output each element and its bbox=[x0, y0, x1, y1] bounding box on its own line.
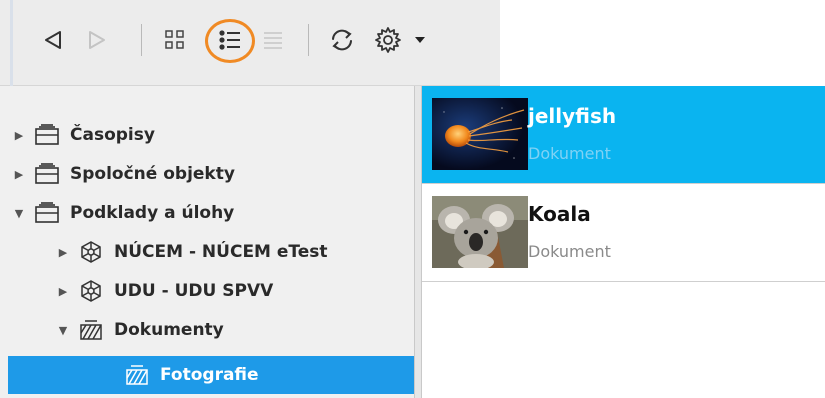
tree-item-podklady-a-ulohy[interactable]: ▼ Podklady a úlohy bbox=[0, 194, 414, 232]
tree-item-fotografie[interactable]: Fotografie bbox=[8, 356, 414, 394]
tree-item-spolocne-objekty[interactable]: ▶ Spoločné objekty bbox=[0, 155, 414, 193]
grid-icon bbox=[165, 30, 184, 49]
tree-item-label: UDU - UDU SPVV bbox=[114, 281, 274, 301]
gear-icon bbox=[375, 27, 401, 53]
toolbar-separator bbox=[308, 24, 309, 56]
network-cube-icon bbox=[76, 278, 106, 304]
expand-arrow-icon[interactable]: ▶ bbox=[12, 168, 26, 181]
toolbar-separator bbox=[141, 24, 142, 56]
refresh-icon bbox=[332, 29, 352, 51]
list-item-jellyfish[interactable]: jellyfish Dokument bbox=[422, 86, 825, 184]
toolbar bbox=[0, 0, 500, 86]
tree-item-dokumenty[interactable]: ▼ Dokumenty bbox=[0, 311, 414, 349]
expand-arrow-icon[interactable]: ▶ bbox=[12, 129, 26, 142]
settings-button[interactable] bbox=[370, 20, 406, 60]
tree-item-label: NÚCEM - NÚCEM eTest bbox=[114, 242, 328, 262]
triangle-right-icon bbox=[89, 31, 105, 49]
network-cube-icon bbox=[76, 239, 106, 265]
tree-item-label: Časopisy bbox=[70, 125, 155, 145]
triangle-left-icon bbox=[45, 31, 61, 49]
forward-button[interactable] bbox=[82, 20, 112, 60]
tree-item-nucem[interactable]: ▶ NÚCEM - NÚCEM eTest bbox=[0, 233, 414, 271]
collapse-arrow-icon[interactable]: ▼ bbox=[56, 324, 70, 337]
tray-icon bbox=[32, 122, 62, 148]
jellyfish-thumbnail bbox=[432, 98, 528, 170]
folder-tree: ▶ Časopisy ▶ Spoločné objekty ▼ Podklady… bbox=[0, 86, 414, 398]
item-title: Koala bbox=[528, 202, 591, 226]
expand-arrow-icon[interactable]: ▶ bbox=[56, 246, 70, 259]
highlight-circle bbox=[205, 19, 255, 63]
hatched-tray-icon bbox=[122, 362, 152, 388]
tree-item-label: Dokumenty bbox=[114, 320, 224, 340]
app-window: ▶ Časopisy ▶ Spoločné objekty ▼ Podklady… bbox=[0, 0, 825, 398]
detail-view-button[interactable] bbox=[258, 20, 288, 60]
tree-item-label: Fotografie bbox=[160, 365, 259, 385]
tray-icon bbox=[32, 200, 62, 226]
collapse-arrow-icon[interactable]: ▼ bbox=[12, 207, 26, 220]
tree-item-label: Spoločné objekty bbox=[70, 164, 235, 184]
expand-arrow-icon[interactable]: ▶ bbox=[56, 285, 70, 298]
tray-icon bbox=[32, 161, 62, 187]
lines-icon bbox=[264, 32, 282, 49]
item-type: Dokument bbox=[528, 144, 611, 163]
item-type: Dokument bbox=[528, 242, 611, 261]
document-list: jellyfish Dokument Koala Dokument bbox=[422, 86, 825, 398]
item-title: jellyfish bbox=[528, 104, 617, 128]
koala-thumbnail bbox=[432, 196, 528, 268]
toolbar-edge bbox=[10, 0, 13, 86]
tree-item-udu[interactable]: ▶ UDU - UDU SPVV bbox=[0, 272, 414, 310]
refresh-button[interactable] bbox=[324, 20, 360, 60]
settings-dropdown-button[interactable] bbox=[410, 20, 430, 60]
tree-item-label: Podklady a úlohy bbox=[70, 203, 235, 223]
grid-view-button[interactable] bbox=[160, 20, 190, 60]
tree-item-casopisy[interactable]: ▶ Časopisy bbox=[0, 116, 414, 154]
splitter[interactable] bbox=[414, 86, 422, 398]
back-button[interactable] bbox=[38, 20, 68, 60]
hatched-tray-icon bbox=[76, 317, 106, 343]
caret-down-icon bbox=[415, 37, 425, 43]
list-item-koala[interactable]: Koala Dokument bbox=[422, 184, 825, 282]
